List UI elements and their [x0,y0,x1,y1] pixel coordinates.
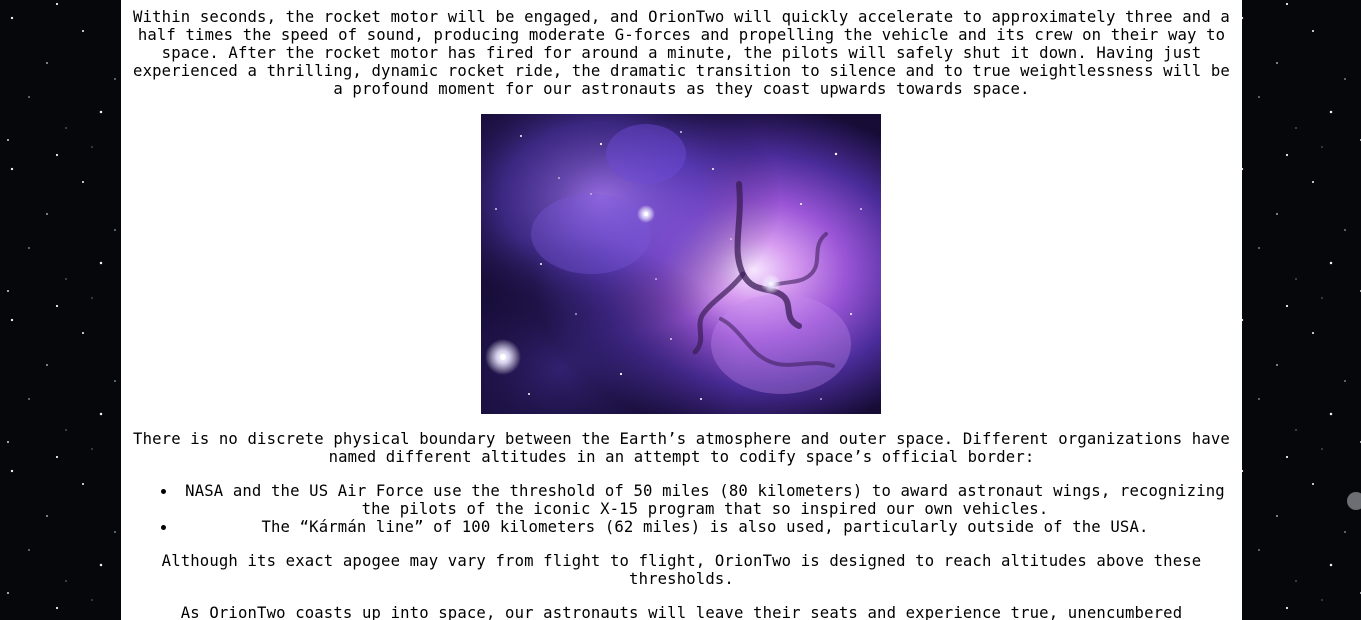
list-item: NASA and the US Air Force use the thresh… [177,482,1233,518]
apogee-paragraph: Although its exact apogee may vary from … [161,552,1202,588]
boundary-paragraph: There is no discrete physical boundary b… [133,430,1230,466]
nebula-image [481,114,881,414]
chat-bubble-icon[interactable] [1347,492,1361,510]
list-item: The “Kármán line” of 100 kilometers (62 … [177,518,1233,536]
intro-paragraph: Within seconds, the rocket motor will be… [133,8,1230,98]
article-content: Within seconds, the rocket motor will be… [121,0,1242,620]
altitude-threshold-list: NASA and the US Air Force use the thresh… [143,482,1233,536]
coast-paragraph: As OrionTwo coasts up into space, our as… [180,604,1183,620]
